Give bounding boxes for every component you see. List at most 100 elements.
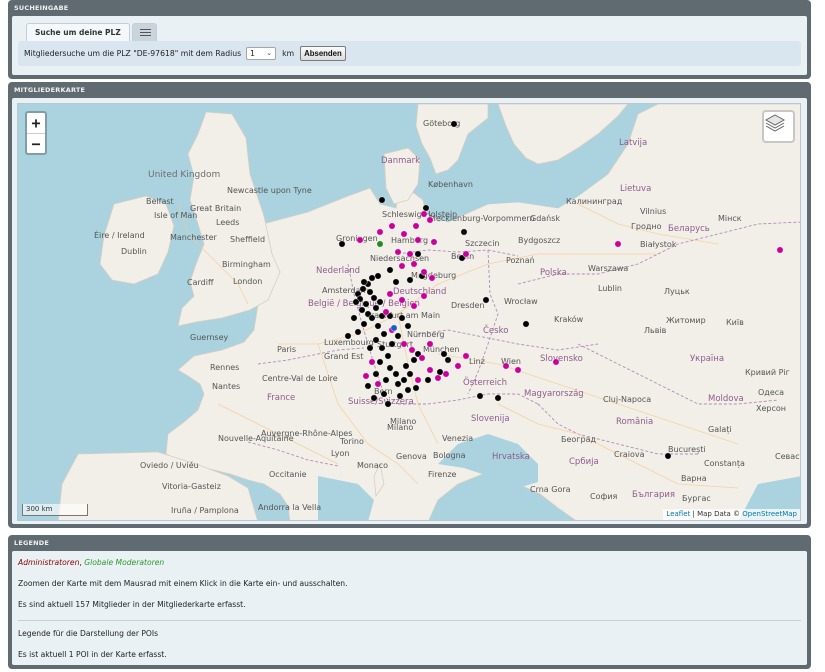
member-marker[interactable] xyxy=(386,266,394,274)
member-marker[interactable] xyxy=(476,392,484,400)
moderator_member-marker[interactable] xyxy=(398,296,406,304)
member-marker[interactable] xyxy=(366,344,374,352)
member-marker[interactable] xyxy=(360,320,368,328)
member-marker[interactable] xyxy=(344,332,352,340)
member-marker[interactable] xyxy=(396,392,404,400)
moderator_member-marker[interactable] xyxy=(410,260,418,268)
member-marker[interactable] xyxy=(436,368,444,376)
member-marker[interactable] xyxy=(360,278,368,286)
moderator_member-marker[interactable] xyxy=(382,308,390,316)
tab-search-zip[interactable]: Suche um deine PLZ xyxy=(26,23,130,41)
submit-button[interactable]: Absenden xyxy=(300,46,346,61)
member-marker[interactable] xyxy=(384,400,392,408)
member-marker[interactable] xyxy=(374,272,382,280)
member-marker[interactable] xyxy=(354,328,362,336)
member-marker[interactable] xyxy=(359,285,367,293)
member-marker[interactable] xyxy=(378,344,386,352)
member-marker[interactable] xyxy=(388,340,396,348)
member-marker[interactable] xyxy=(422,204,430,212)
member-marker[interactable] xyxy=(404,322,412,330)
member-marker[interactable] xyxy=(378,196,386,204)
member-marker[interactable] xyxy=(482,296,490,304)
member-marker[interactable] xyxy=(664,452,672,460)
member-marker[interactable] xyxy=(392,278,400,286)
moderator_member-marker[interactable] xyxy=(414,236,422,244)
poi-marker[interactable] xyxy=(376,240,384,248)
member-marker[interactable] xyxy=(382,376,390,384)
moderator_member-marker[interactable] xyxy=(514,366,522,374)
moderator_member-marker[interactable] xyxy=(502,362,510,370)
osm-link[interactable]: OpenStreetMap xyxy=(742,510,797,518)
member-map[interactable]: Göteborg Danmark København Latvija Lietu… xyxy=(17,103,801,521)
moderator_member-marker[interactable] xyxy=(426,366,434,374)
member-marker[interactable] xyxy=(364,382,372,390)
moderator_member-marker[interactable] xyxy=(426,340,434,348)
member-marker[interactable] xyxy=(402,362,410,370)
member-marker[interactable] xyxy=(376,298,384,306)
member-marker[interactable] xyxy=(460,228,468,236)
member-marker[interactable] xyxy=(386,364,394,372)
member-marker[interactable] xyxy=(358,306,366,314)
radius-select[interactable]: 1 ⌄ xyxy=(246,47,277,60)
moderator_member-marker[interactable] xyxy=(420,268,428,276)
moderator_member-marker[interactable] xyxy=(374,380,382,388)
member-marker[interactable] xyxy=(374,322,382,330)
moderator_member-marker[interactable] xyxy=(406,250,414,258)
moderator_member-marker[interactable] xyxy=(388,222,396,230)
moderator_member-marker[interactable] xyxy=(414,376,422,384)
moderator_member-marker[interactable] xyxy=(418,354,426,362)
moderator_member-marker[interactable] xyxy=(442,370,450,378)
zoom-in-button[interactable]: + xyxy=(27,113,45,133)
member-marker[interactable] xyxy=(372,336,380,344)
moderator_member-marker[interactable] xyxy=(386,290,394,298)
member-marker[interactable] xyxy=(450,120,458,128)
moderator_member-marker[interactable] xyxy=(408,346,416,354)
moderator_member-marker[interactable] xyxy=(400,340,408,348)
member-marker[interactable] xyxy=(440,350,448,358)
zoom-out-button[interactable]: − xyxy=(27,133,45,153)
member-marker[interactable] xyxy=(394,332,402,340)
moderator_member-marker[interactable] xyxy=(428,274,436,282)
member-marker[interactable] xyxy=(424,376,432,384)
member-marker[interactable] xyxy=(368,274,376,282)
member-marker[interactable] xyxy=(372,304,380,312)
member-marker[interactable] xyxy=(392,370,400,378)
admin-marker[interactable] xyxy=(390,324,398,332)
member-marker[interactable] xyxy=(522,320,530,328)
member-marker[interactable] xyxy=(376,358,384,366)
moderator_member-marker[interactable] xyxy=(400,230,408,238)
moderator_member-marker[interactable] xyxy=(462,250,470,258)
moderator_member-marker[interactable] xyxy=(614,240,622,248)
member-marker[interactable] xyxy=(394,380,402,388)
moderator_member-marker[interactable] xyxy=(376,228,384,236)
moderator_member-marker[interactable] xyxy=(434,374,442,382)
member-marker[interactable] xyxy=(362,300,370,308)
moderator_member-marker[interactable] xyxy=(430,238,438,246)
moderator_member-marker[interactable] xyxy=(368,358,376,366)
member-marker[interactable] xyxy=(444,356,452,364)
member-marker[interactable] xyxy=(366,288,374,296)
moderator_member-marker[interactable] xyxy=(410,302,418,310)
member-marker[interactable] xyxy=(384,352,392,360)
member-marker[interactable] xyxy=(372,370,380,378)
member-marker[interactable] xyxy=(370,394,378,402)
member-marker[interactable] xyxy=(380,330,388,338)
member-marker[interactable] xyxy=(368,314,376,322)
hamburger-icon[interactable] xyxy=(131,23,157,41)
member-marker[interactable] xyxy=(398,314,406,322)
moderator_member-marker[interactable] xyxy=(776,246,784,254)
moderator_member-marker[interactable] xyxy=(462,352,470,360)
member-marker[interactable] xyxy=(352,298,360,306)
moderator_member-marker[interactable] xyxy=(398,262,406,270)
member-marker[interactable] xyxy=(406,276,414,284)
moderator_member-marker[interactable] xyxy=(454,362,462,370)
member-marker[interactable] xyxy=(370,294,378,302)
moderator_member-marker[interactable] xyxy=(356,236,364,244)
legend-admins[interactable]: Administratoren xyxy=(18,558,79,567)
member-marker[interactable] xyxy=(350,314,358,322)
member-marker[interactable] xyxy=(404,386,412,394)
member-marker[interactable] xyxy=(412,384,420,392)
moderator_member-marker[interactable] xyxy=(426,216,434,224)
member-marker[interactable] xyxy=(410,356,418,364)
leaflet-link[interactable]: Leaflet xyxy=(666,510,690,518)
